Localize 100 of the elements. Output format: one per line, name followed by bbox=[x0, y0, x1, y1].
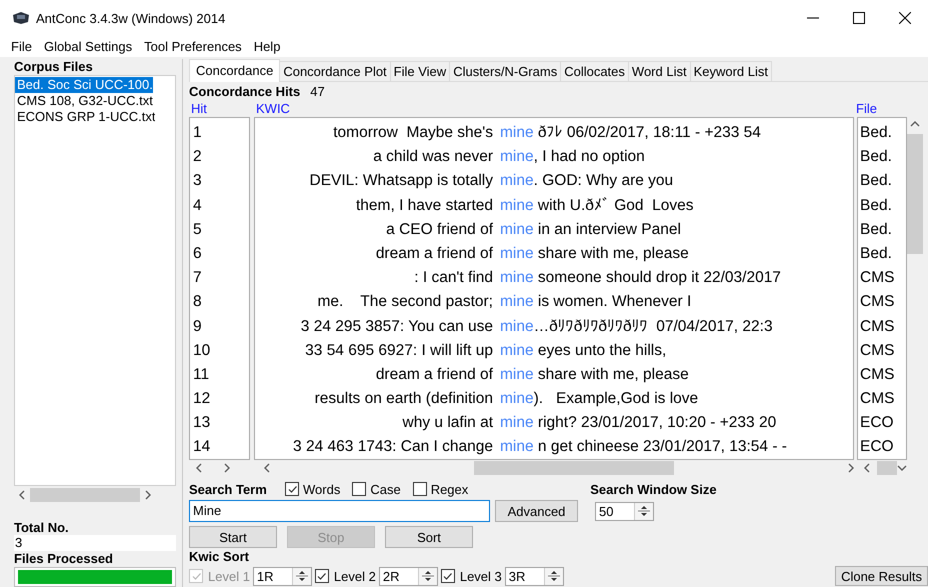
check-icon bbox=[442, 570, 454, 582]
kwic-line[interactable]: 3 24 463 1743: Can I change mine n get chineese 23/01/2017, 13:54 - - bbox=[255, 435, 853, 459]
kwic-line[interactable]: why u lafin at mine right? 23/01/2017, 10:20 - +233 20 bbox=[255, 411, 853, 436]
kwic-line[interactable]: dream a friend of mine share with me, please bbox=[255, 242, 853, 266]
table-cell-text: 2 bbox=[193, 147, 203, 168]
maximize-icon[interactable] bbox=[853, 12, 865, 24]
action-button[interactable]: Sort bbox=[385, 526, 473, 548]
checkbox-label: Case bbox=[370, 482, 401, 496]
column-header[interactable]: Hit bbox=[189, 100, 256, 117]
table-cell-text: CMS bbox=[860, 340, 896, 361]
minimize-icon[interactable] bbox=[807, 17, 819, 19]
table-cell-text: CMS bbox=[860, 316, 896, 336]
kwic-line[interactable]: : I can't find mine someone should drop it 22/03/2017 bbox=[255, 266, 853, 290]
table-cell-text: 14 bbox=[193, 437, 212, 458]
kwic-line[interactable]: dream a friend of mine share with me, please bbox=[255, 362, 853, 388]
window-size-label: Search Window Size bbox=[590, 482, 717, 496]
table-cell-text: 5 bbox=[193, 220, 203, 240]
checkbox-label: Regex bbox=[430, 482, 468, 496]
table-cell-text: Bed. bbox=[860, 196, 893, 216]
table-cell-text: Bed. bbox=[860, 244, 893, 264]
file-list-item[interactable]: ECONS GRP 1-UCC.txt bbox=[15, 109, 156, 125]
tab[interactable]: Keyword List bbox=[690, 61, 772, 81]
field-label: Total No. bbox=[14, 521, 70, 536]
column-header[interactable]: File bbox=[856, 100, 877, 117]
kwic-line[interactable]: 33 54 695 6927: I will lift up mine eyes unto the hills, bbox=[255, 338, 853, 363]
kwic-sort-label: Kwic Sort bbox=[189, 549, 250, 565]
table-cell-text: Bed. bbox=[860, 171, 893, 192]
table-cell-text: Bed. bbox=[860, 220, 893, 240]
check-icon bbox=[316, 570, 328, 582]
checkbox[interactable] bbox=[285, 482, 299, 496]
kwic-line[interactable]: a CEO friend of mine in an interview Panel bbox=[255, 218, 853, 242]
file-list-item[interactable]: CMS 108, G32-UCC.txt bbox=[15, 93, 153, 109]
scroll-left-icon[interactable] bbox=[195, 463, 203, 473]
menu-item[interactable]: Help bbox=[248, 39, 286, 54]
table-cell-text: 6 bbox=[193, 244, 203, 264]
kwic-line[interactable]: DEVIL: Whatsapp is totally mine. GOD: Why are you bbox=[255, 169, 853, 194]
table-cell-text: CMS bbox=[860, 389, 896, 410]
kwic-line[interactable]: tomorrow Maybe she's mine ðﾌﾚ 06/02/2017, 18:11 - +233 54 bbox=[255, 121, 853, 146]
tab[interactable]: Concordance bbox=[189, 59, 280, 82]
table-cell-text: ECO bbox=[860, 437, 895, 458]
kwic-line[interactable]: results on earth (definition mine). Example,God is love bbox=[255, 387, 853, 412]
table-cell-text: CMS bbox=[860, 268, 896, 288]
search-field[interactable]: Mine bbox=[189, 500, 490, 522]
spin-arrows-icon[interactable] bbox=[548, 569, 560, 583]
table-cell-text: 13 bbox=[193, 413, 212, 434]
table-cell-text: ECO bbox=[860, 413, 895, 434]
spin-arrows-icon[interactable] bbox=[296, 569, 308, 583]
table-cell-text: Bed. bbox=[860, 147, 893, 168]
scroll-down-icon[interactable] bbox=[897, 464, 907, 472]
spin-arrows-icon[interactable] bbox=[638, 504, 650, 518]
scroll-right-icon[interactable] bbox=[847, 463, 855, 473]
checkbox-label: Words bbox=[303, 482, 340, 496]
table-cell-text: Bed. bbox=[860, 123, 893, 143]
checkbox-label: Level 2 bbox=[334, 568, 376, 584]
check-icon bbox=[190, 570, 202, 582]
table-cell-text: 8 bbox=[193, 292, 203, 312]
table-cell-text: 9 bbox=[193, 316, 203, 336]
checkbox[interactable] bbox=[314, 569, 329, 583]
table-cell-text: 12 bbox=[193, 389, 212, 410]
scroll-left-icon[interactable] bbox=[263, 463, 271, 473]
menu-item[interactable]: Global Settings bbox=[38, 39, 138, 54]
table-cell-text: 1 bbox=[193, 123, 203, 143]
close-icon[interactable] bbox=[899, 12, 911, 24]
kwic-line[interactable]: them, I have started mine with U.ðﾒﾞ God Loves bbox=[255, 194, 853, 218]
hits-label: Concordance Hits bbox=[189, 83, 300, 100]
table-cell-text: 7 bbox=[193, 268, 203, 288]
spin-arrows-icon[interactable] bbox=[422, 569, 434, 583]
scroll-left-icon[interactable] bbox=[18, 490, 26, 500]
checkbox-label: Level 3 bbox=[460, 568, 502, 584]
app-icon bbox=[12, 12, 30, 24]
column-header[interactable]: KWIC bbox=[256, 100, 856, 117]
search-term-label: Search Term bbox=[189, 482, 268, 496]
table-cell-text: 11 bbox=[193, 364, 210, 385]
checkbox[interactable] bbox=[352, 482, 366, 496]
menu-item[interactable]: Tool Preferences bbox=[138, 39, 248, 54]
clone-results-button[interactable]: Clone Results bbox=[835, 566, 928, 586]
checkbox[interactable] bbox=[412, 482, 427, 496]
check-icon bbox=[286, 484, 298, 494]
menu-item[interactable]: File bbox=[5, 39, 38, 54]
action-button[interactable]: Start bbox=[189, 526, 277, 548]
scroll-right-icon[interactable] bbox=[223, 463, 231, 473]
total-field: 3 bbox=[14, 535, 176, 552]
scroll-up-icon[interactable] bbox=[910, 120, 920, 128]
spin-box[interactable]: 3R bbox=[504, 566, 564, 586]
kwic-line[interactable]: a child was never mine, I had no option bbox=[255, 145, 853, 170]
checkbox[interactable] bbox=[440, 569, 455, 583]
advanced-button[interactable]: Advanced bbox=[495, 500, 578, 522]
field-label: Files Processed bbox=[14, 552, 114, 566]
checkbox-label: Level 1 bbox=[208, 568, 250, 584]
table-cell-text: CMS bbox=[860, 364, 896, 385]
scroll-left-icon[interactable] bbox=[863, 463, 871, 473]
spin-box[interactable]: 50 bbox=[595, 502, 654, 520]
kwic-line[interactable]: 3 24 295 3857: You can use mine…ðﾘﾜðﾘﾜðﾘﾜðﾘﾜ 07/04/2017, 22:3 bbox=[255, 314, 853, 339]
kwic-line[interactable]: me. The second pastor; mine is women. Whenever I bbox=[255, 290, 853, 314]
spin-box[interactable]: 2R bbox=[378, 566, 438, 586]
window-title: AntConc 3.4.3w (Windows) 2014 bbox=[36, 10, 226, 26]
file-list-item[interactable]: Bed. Soc Sci UCC-100. bbox=[15, 77, 153, 93]
table-cell-text: CMS bbox=[860, 292, 896, 312]
scroll-right-icon[interactable] bbox=[144, 490, 152, 500]
table-cell-text: 4 bbox=[193, 196, 203, 216]
